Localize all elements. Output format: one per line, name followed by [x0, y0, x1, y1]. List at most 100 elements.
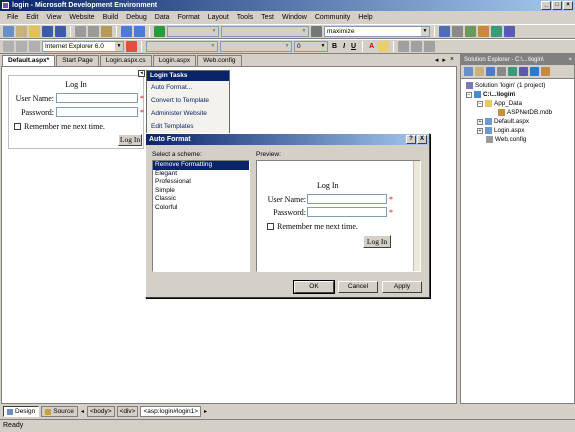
- target-schema-icon[interactable]: [3, 41, 14, 52]
- tree-item-login-aspx[interactable]: + Login.aspx: [477, 127, 524, 134]
- tree-item-aspnetdb[interactable]: ASPNetDB.mdb: [498, 109, 552, 116]
- copy-website-icon[interactable]: [530, 67, 539, 76]
- breadcrumb-login[interactable]: <asp:login#login1>: [140, 406, 202, 417]
- close-document-icon[interactable]: ×: [450, 56, 454, 64]
- tab-web-config[interactable]: Web.config: [197, 55, 242, 66]
- password-input[interactable]: [56, 107, 138, 117]
- object-browser-icon[interactable]: [491, 26, 502, 37]
- show-all-files-icon[interactable]: [475, 67, 484, 76]
- tree-item-app-data[interactable]: − App_Data: [477, 100, 522, 107]
- scheme-list[interactable]: Remove Formatting Elegant Professional S…: [152, 160, 250, 272]
- style-icon[interactable]: [126, 41, 137, 52]
- solution-explorer-icon[interactable]: [439, 26, 450, 37]
- tab-default-aspx[interactable]: Default.aspx*: [2, 55, 56, 66]
- menu-file[interactable]: File: [3, 14, 22, 21]
- collapse-icon[interactable]: −: [466, 91, 472, 98]
- scheme-item[interactable]: Remove Formatting: [153, 161, 249, 170]
- view-code-icon[interactable]: [508, 67, 517, 76]
- asp-config-icon[interactable]: [541, 67, 550, 76]
- expand-icon[interactable]: +: [477, 118, 483, 125]
- copy-icon[interactable]: [88, 26, 99, 37]
- numbered-list-icon[interactable]: [411, 41, 423, 52]
- breadcrumb-body[interactable]: <body>: [86, 406, 115, 417]
- dialog-help-button[interactable]: ?: [406, 135, 416, 144]
- font-color-button[interactable]: A: [367, 43, 376, 50]
- properties-icon[interactable]: [452, 26, 463, 37]
- task-edit-templates[interactable]: Edit Templates: [147, 120, 229, 133]
- username-input[interactable]: [56, 93, 138, 103]
- login-control[interactable]: Log In User Name: * Password: * Remember…: [8, 75, 144, 149]
- menu-debug[interactable]: Debug: [122, 14, 151, 21]
- tree-item-website[interactable]: − C:\...\login\: [466, 91, 515, 98]
- preview-scrollbar[interactable]: [413, 161, 420, 271]
- task-auto-format[interactable]: Auto Format...: [147, 81, 229, 94]
- tab-start-page[interactable]: Start Page: [56, 55, 99, 66]
- font-name-combo[interactable]: ▼: [220, 41, 292, 52]
- save-icon[interactable]: [42, 26, 53, 37]
- menu-layout[interactable]: Layout: [204, 14, 233, 21]
- menu-tools[interactable]: Tools: [233, 14, 257, 21]
- menu-edit[interactable]: Edit: [22, 14, 42, 21]
- task-convert-template[interactable]: Convert to Template: [147, 94, 229, 107]
- menu-format[interactable]: Format: [174, 14, 204, 21]
- check-page-icon[interactable]: [16, 41, 27, 52]
- properties-icon[interactable]: [464, 67, 473, 76]
- browser-combo[interactable]: Internet Explorer 6.0 ▼: [42, 41, 124, 52]
- bold-button[interactable]: B: [330, 43, 339, 50]
- source-view-button[interactable]: Source: [41, 406, 78, 417]
- apply-button[interactable]: Apply: [382, 281, 422, 293]
- config-combo[interactable]: ▼: [167, 26, 219, 37]
- close-panel-icon[interactable]: ×: [568, 55, 572, 65]
- close-button[interactable]: ×: [563, 1, 573, 10]
- open-icon[interactable]: [29, 26, 40, 37]
- breadcrumb-div[interactable]: <div>: [116, 406, 139, 417]
- tree-item-solution[interactable]: Solution 'login' (1 project): [466, 82, 545, 89]
- toolbox-icon[interactable]: [465, 26, 476, 37]
- menu-website[interactable]: Website: [65, 14, 98, 21]
- menu-build[interactable]: Build: [99, 14, 123, 21]
- refresh-icon[interactable]: [486, 67, 495, 76]
- italic-button[interactable]: I: [341, 43, 347, 50]
- tab-scroll-left-icon[interactable]: ◂: [435, 56, 439, 64]
- design-view-button[interactable]: Design: [3, 406, 40, 417]
- tab-scroll-right-icon[interactable]: ▸: [442, 56, 446, 64]
- class-view-icon[interactable]: [478, 26, 489, 37]
- new-project-icon[interactable]: [3, 26, 14, 37]
- scheme-item[interactable]: Simple: [153, 187, 249, 196]
- minimize-button[interactable]: _: [541, 1, 551, 10]
- scheme-item[interactable]: Professional: [153, 178, 249, 187]
- remember-checkbox[interactable]: [14, 123, 21, 130]
- font-size-combo[interactable]: 0 ▼: [294, 41, 328, 52]
- dialog-close-button[interactable]: X: [417, 135, 427, 144]
- menu-view[interactable]: View: [42, 14, 65, 21]
- block-format-combo[interactable]: ▼: [146, 41, 218, 52]
- nest-related-files-icon[interactable]: [497, 67, 506, 76]
- platform-combo[interactable]: ▼: [221, 26, 309, 37]
- tab-login-aspx-cs[interactable]: Login.aspx.cs: [99, 55, 152, 66]
- menu-data[interactable]: Data: [151, 14, 174, 21]
- scheme-item[interactable]: Colorful: [153, 204, 249, 213]
- find-combo[interactable]: maximize ▼: [324, 26, 430, 37]
- tree-item-web-config[interactable]: Web.config: [486, 136, 526, 143]
- maximize-button[interactable]: □: [552, 1, 562, 10]
- redo-icon[interactable]: [134, 26, 145, 37]
- start-page-icon[interactable]: [504, 26, 515, 37]
- find-icon[interactable]: [311, 26, 322, 37]
- cancel-button[interactable]: Cancel: [338, 281, 378, 293]
- add-item-icon[interactable]: [16, 26, 27, 37]
- save-all-icon[interactable]: [55, 26, 66, 37]
- align-icon[interactable]: [398, 41, 410, 52]
- smart-tag-arrow-icon[interactable]: ◂: [138, 70, 145, 77]
- browser-check-icon[interactable]: [29, 41, 40, 52]
- cut-icon[interactable]: [75, 26, 86, 37]
- expand-icon[interactable]: +: [477, 127, 483, 134]
- paste-icon[interactable]: [101, 26, 112, 37]
- ok-button[interactable]: OK: [293, 280, 335, 294]
- menu-test[interactable]: Test: [257, 14, 278, 21]
- menu-community[interactable]: Community: [311, 14, 354, 21]
- bullet-list-icon[interactable]: [424, 41, 436, 52]
- nav-left-icon[interactable]: ◂: [80, 408, 85, 415]
- scheme-item[interactable]: Elegant: [153, 170, 249, 179]
- tree-item-default-aspx[interactable]: + Default.aspx: [477, 118, 529, 125]
- tab-login-aspx[interactable]: Login.aspx: [152, 55, 197, 66]
